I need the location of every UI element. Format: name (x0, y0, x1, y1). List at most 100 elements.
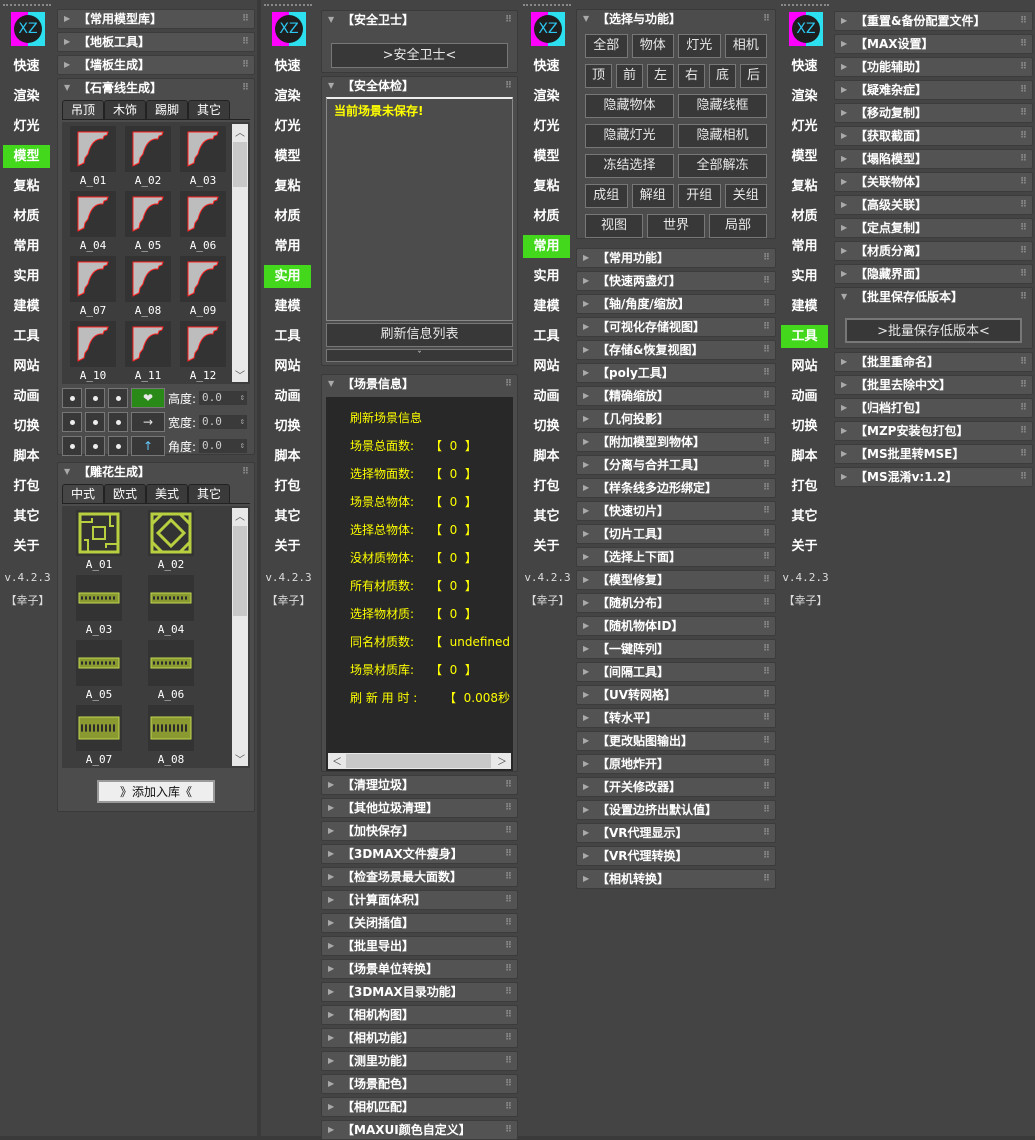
grip-icon[interactable]: ⠿ (242, 33, 249, 51)
sidebar-item[interactable]: 打包 (523, 475, 570, 498)
sidebar-item[interactable]: 工具 (264, 325, 311, 348)
batch-save-button[interactable]: >批量保存低版本< (845, 318, 1022, 343)
grip-icon[interactable]: ⠿ (763, 824, 770, 842)
rollout-header[interactable]: ▼ 【雕花生成】 ⠿ (58, 463, 254, 483)
rollout-header[interactable]: ▶ 【快速两盏灯】 ⠿ (576, 271, 776, 291)
thumbnail-item[interactable]: A_06 (148, 640, 194, 701)
rollout-header[interactable]: ▼ 【场景信息】 ⠿ (322, 375, 517, 395)
rollout-header[interactable]: ▶ 【相机匹配】 ⠿ (321, 1097, 518, 1117)
thumbnail-item[interactable]: A_02 (148, 510, 194, 571)
sidebar-item[interactable]: 切换 (264, 415, 311, 438)
sidebar-item[interactable]: 材质 (3, 205, 50, 228)
select-button[interactable]: 开组 (678, 184, 721, 208)
grip-icon[interactable]: ⠿ (1020, 288, 1027, 306)
grip-icon[interactable]: ⠿ (1020, 35, 1027, 53)
grip-icon[interactable]: ⠿ (242, 79, 249, 97)
sidebar-item[interactable]: 渲染 (523, 85, 570, 108)
select-button[interactable]: 隐藏灯光 (585, 124, 674, 148)
scrollbar[interactable]: ︿ ﹀ (232, 508, 248, 766)
align-button[interactable] (108, 436, 128, 456)
rollout-header[interactable]: ▶ 【开关修改器】 ⠿ (576, 777, 776, 797)
tab[interactable]: 中式 (62, 484, 105, 503)
select-button[interactable]: 灯光 (678, 34, 721, 58)
grip-icon[interactable]: ⠿ (505, 868, 512, 886)
rollout-header[interactable]: ▶ 【关闭插值】 ⠿ (321, 913, 518, 933)
grip-icon[interactable]: ⠿ (1020, 58, 1027, 76)
grip-icon[interactable]: ⠿ (1020, 127, 1027, 145)
rollout-header[interactable]: ▼ 【批里保存低版本】 ⠿ (835, 288, 1032, 308)
sidebar-item[interactable]: 复粘 (3, 175, 50, 198)
sidebar-item[interactable]: 渲染 (781, 85, 828, 108)
rollout-header[interactable]: ▼ 【石膏线生成】 ⠿ (58, 79, 254, 99)
grip-icon[interactable]: ⠿ (505, 776, 512, 794)
sidebar-item[interactable]: 复粘 (523, 175, 570, 198)
grip-icon[interactable]: ⠿ (505, 1006, 512, 1024)
rollout-header[interactable]: ▶ 【高级关联】 ⠿ (834, 195, 1033, 215)
rollout-header[interactable]: ▶ 【原地炸开】 ⠿ (576, 754, 776, 774)
sidebar-item[interactable]: 关于 (3, 535, 50, 558)
sidebar-item[interactable]: 网站 (781, 355, 828, 378)
grip-icon[interactable]: ⠿ (1020, 196, 1027, 214)
rollout-header[interactable]: ▶ 【批里去除中文】 ⠿ (834, 375, 1033, 395)
sidebar-item[interactable]: 关于 (523, 535, 570, 558)
sidebar-item[interactable]: 材质 (264, 205, 311, 228)
select-button[interactable]: 局部 (709, 214, 767, 238)
grip-icon[interactable]: ⠿ (763, 571, 770, 589)
rollout-header[interactable]: ▶ 【其他垃圾清理】 ⠿ (321, 798, 518, 818)
grip-icon[interactable]: ⠿ (505, 1121, 512, 1139)
sidebar-item[interactable]: 动画 (523, 385, 570, 408)
sidebar-item[interactable]: 实用 (523, 265, 570, 288)
rollout-header[interactable]: ▶ 【相机功能】 ⠿ (321, 1028, 518, 1048)
rollout-header[interactable]: ▶ 【材质分离】 ⠿ (834, 241, 1033, 261)
rollout-header[interactable]: ▶ 【MS混淆v:1.2】 ⠿ (834, 467, 1033, 487)
align-button[interactable] (108, 412, 128, 432)
add-to-library-button[interactable]: 》添加入库《 (97, 780, 215, 803)
select-button[interactable]: 隐藏物体 (585, 94, 674, 118)
rollout-header[interactable]: ▶ 【样条线多边形绑定】 ⠿ (576, 478, 776, 498)
sidebar-item[interactable]: 实用 (781, 265, 828, 288)
align-button[interactable] (85, 388, 105, 408)
angle-spinner[interactable]: 0.0 (199, 439, 248, 453)
sidebar-item[interactable]: 打包 (264, 475, 311, 498)
width-spinner[interactable]: 0.0 (199, 415, 248, 429)
align-button[interactable] (108, 388, 128, 408)
sidebar-item[interactable]: 复粘 (781, 175, 828, 198)
rollout-header[interactable]: ▶ 【转水平】 ⠿ (576, 708, 776, 728)
rollout-header[interactable]: ▶ 【常用功能】 ⠿ (576, 248, 776, 268)
grip-icon[interactable]: ⠿ (763, 640, 770, 658)
thumbnail-item[interactable]: A_07 (76, 705, 122, 766)
grip-icon[interactable]: ⠿ (763, 433, 770, 451)
grip-icon[interactable]: ⠿ (763, 456, 770, 474)
thumbnail-item[interactable]: A_08 (125, 256, 171, 317)
sidebar-item[interactable]: 网站 (264, 355, 311, 378)
rollout-header[interactable]: ▶ 【间隔工具】 ⠿ (576, 662, 776, 682)
grip-icon[interactable]: ⠿ (505, 1075, 512, 1093)
grip-icon[interactable]: ⠿ (763, 617, 770, 635)
grip-icon[interactable]: ⠿ (505, 845, 512, 863)
rollout-header[interactable]: ▶ 【MS批里转MSE】 ⠿ (834, 444, 1033, 464)
grip-icon[interactable]: ⠿ (1020, 219, 1027, 237)
sidebar-item[interactable]: 动画 (264, 385, 311, 408)
select-button[interactable]: 解组 (631, 184, 674, 208)
tab[interactable]: 欧式 (104, 484, 147, 503)
grip-icon[interactable]: ⠿ (763, 548, 770, 566)
grip-icon[interactable]: ⠿ (763, 10, 770, 28)
select-button[interactable]: 物体 (631, 34, 674, 58)
sidebar-item[interactable]: 其它 (781, 505, 828, 528)
rollout-header[interactable]: ▶ 【场景单位转换】 ⠿ (321, 959, 518, 979)
thumbnail-item[interactable]: A_02 (125, 126, 171, 187)
select-button[interactable]: 冻结选择 (585, 154, 674, 178)
thumbnail-item[interactable]: A_07 (70, 256, 116, 317)
thumbnail-item[interactable]: A_04 (70, 191, 116, 252)
rollout-header[interactable]: ▶ 【MZP安装包打包】 ⠿ (834, 421, 1033, 441)
grip-icon[interactable]: ⠿ (763, 594, 770, 612)
grip-icon[interactable]: ⠿ (1020, 173, 1027, 191)
select-button[interactable]: 全部解冻 (678, 154, 767, 178)
thumbnail-item[interactable]: A_03 (76, 575, 122, 636)
rollout-header[interactable]: ▶ 【快速切片】 ⠿ (576, 501, 776, 521)
select-button[interactable]: 顶 (585, 64, 612, 88)
sidebar-item[interactable]: 模型 (264, 145, 311, 168)
rollout-header[interactable]: ▶ 【相机构图】 ⠿ (321, 1005, 518, 1025)
thumbnail-item[interactable]: A_11 (125, 321, 171, 382)
thumbnail-item[interactable]: A_01 (76, 510, 122, 571)
